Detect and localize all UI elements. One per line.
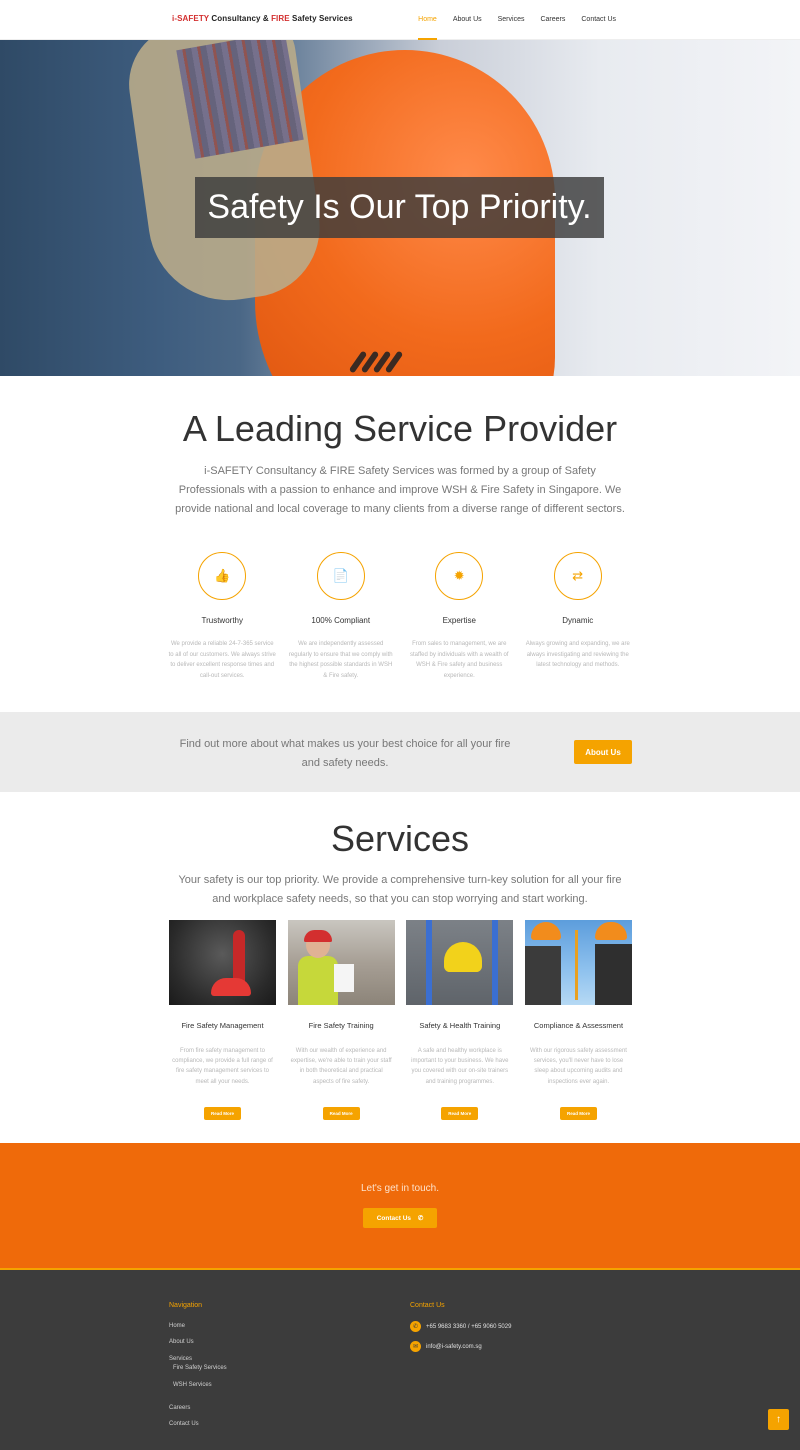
- services-intro-text: Your safety is our top priority. We prov…: [178, 874, 622, 905]
- feature-compliant: 📄 100% Compliant We are independently as…: [282, 552, 401, 681]
- contact-us-label: Contact Us: [376, 1215, 412, 1222]
- site-header: i-SAFETY Consultancy & FIRE Safety Servi…: [0, 0, 800, 40]
- read-more-button[interactable]: Read More: [559, 1107, 597, 1120]
- fire-training-image[interactable]: [287, 920, 395, 1005]
- service-title[interactable]: Safety & Health Training: [406, 1021, 513, 1030]
- feature-title: Trustworthy: [201, 616, 244, 625]
- service-text: A safe and healthy workplace is importan…: [411, 1048, 509, 1085]
- arrow-up-icon: ↑: [776, 1414, 781, 1425]
- feature-title: Expertise: [442, 616, 476, 625]
- feature-text: We provide a reliable 24-7-365 service t…: [168, 641, 276, 679]
- back-to-top-button[interactable]: ↑: [768, 1409, 789, 1430]
- read-more-button[interactable]: Read More: [322, 1107, 360, 1120]
- phone-icon: ✆: [417, 1215, 424, 1222]
- service-title[interactable]: Fire Safety Training: [288, 1021, 395, 1030]
- feature-title: 100% Compliant: [311, 616, 371, 625]
- hero-glove-cuff: [176, 40, 304, 159]
- footer-link-contact-us[interactable]: Contact Us: [169, 1421, 199, 1427]
- read-more-button[interactable]: Read More: [441, 1107, 479, 1120]
- read-more-button[interactable]: Read More: [204, 1107, 241, 1120]
- nav-careers[interactable]: Careers: [532, 0, 573, 40]
- footer-email-text[interactable]: info@i-safety.com.sg: [426, 1344, 482, 1350]
- construction-workers-image[interactable]: [524, 920, 632, 1005]
- phone-icon: ✆: [410, 1321, 421, 1332]
- main-nav: Home About Us Services Careers Contact U…: [410, 0, 624, 40]
- feature-expertise: ✹ Expertise From sales to management, we…: [400, 552, 519, 681]
- service-title[interactable]: Compliance & Assessment: [525, 1021, 632, 1030]
- document-icon: 📄: [316, 552, 365, 600]
- footer-email: ✉ info@i-safety.com.sg: [410, 1341, 482, 1352]
- intro-text: i-SAFETY Consultancy & FIRE Safety Servi…: [175, 465, 625, 515]
- service-card-compliance: Compliance & Assessment With our rigorou…: [524, 920, 632, 1120]
- logo-suffix: Safety Services: [289, 14, 353, 23]
- email-icon: ✉: [410, 1341, 421, 1352]
- service-text: With our rigorous safety assessment serv…: [529, 1048, 627, 1085]
- footer-link-home[interactable]: Home: [169, 1323, 185, 1329]
- contact-us-button[interactable]: Contact Us ✆: [363, 1208, 437, 1228]
- service-card-health-training: Safety & Health Training A safe and heal…: [406, 920, 514, 1120]
- footer-contact-title: Contact Us: [410, 1302, 445, 1309]
- footer-link-careers[interactable]: Careers: [169, 1405, 190, 1411]
- nav-services[interactable]: Services: [490, 0, 533, 40]
- footer-link-fire-safety-services[interactable]: Fire Safety Services: [173, 1365, 227, 1371]
- logo-prefix: i-SAFETY: [172, 14, 210, 23]
- footer-nav-title: Navigation: [169, 1302, 203, 1309]
- feature-text: We are independently assessed regularly …: [288, 641, 393, 679]
- sun-icon: ✹: [435, 552, 484, 600]
- contact-cta-band: Let's get in touch. Contact Us ✆: [0, 1143, 800, 1268]
- nav-about-us[interactable]: About Us: [445, 0, 490, 40]
- service-card-fire-management: Fire Safety Management From fire safety …: [169, 920, 276, 1120]
- site-footer: Navigation Home About Us Services Fire S…: [0, 1268, 800, 1450]
- service-text: From fire safety management to complianc…: [172, 1048, 273, 1085]
- fire-extinguisher-image[interactable]: [169, 920, 276, 1005]
- hero-banner: Safety Is Our Top Priority.: [0, 40, 800, 376]
- service-title[interactable]: Fire Safety Management: [169, 1021, 276, 1030]
- feature-trustworthy: 👍 Trustworthy We provide a reliable 24-7…: [163, 552, 282, 681]
- features-row: 👍 Trustworthy We provide a reliable 24-7…: [163, 552, 637, 681]
- footer-link-services[interactable]: Services: [169, 1356, 192, 1362]
- shuffle-icon: ⇄: [553, 552, 602, 600]
- safety-helmet-image[interactable]: [406, 920, 514, 1005]
- services-title: Services: [330, 818, 470, 859]
- logo-fire: FIRE: [271, 14, 290, 23]
- intro-title: A Leading Service Provider: [182, 408, 618, 449]
- hero-caption: Safety Is Our Top Priority.: [195, 177, 604, 238]
- footer-link-wsh-services[interactable]: WSH Services: [173, 1382, 212, 1388]
- contact-cta-text: Let's get in touch.: [360, 1183, 440, 1194]
- about-cta-band: Find out more about what makes us your b…: [0, 712, 800, 792]
- feature-text: Always growing and expanding, we are alw…: [525, 641, 630, 668]
- footer-phone: ✆ +65 9683 3360 / +65 9060 5029: [410, 1321, 511, 1332]
- nav-home[interactable]: Home: [410, 0, 445, 40]
- services-grid: Fire Safety Management From fire safety …: [169, 920, 632, 1120]
- feature-text: From sales to management, we are staffed…: [409, 641, 509, 679]
- about-cta-text: Find out more about what makes us your b…: [179, 738, 511, 769]
- about-us-button[interactable]: About Us: [574, 740, 632, 764]
- service-card-fire-training: Fire Safety Training With our wealth of …: [287, 920, 395, 1120]
- logo-middle: Consultancy &: [209, 14, 272, 23]
- footer-link-about-us[interactable]: About Us: [169, 1339, 194, 1345]
- feature-title: Dynamic: [562, 616, 594, 625]
- site-logo[interactable]: i-SAFETY Consultancy & FIRE Safety Servi…: [172, 14, 353, 23]
- feature-dynamic: ⇄ Dynamic Always growing and expanding, …: [519, 552, 638, 681]
- footer-phone-text[interactable]: +65 9683 3360 / +65 9060 5029: [426, 1324, 511, 1330]
- thumbs-up-icon: 👍: [198, 552, 247, 600]
- nav-contact-us[interactable]: Contact Us: [573, 0, 624, 40]
- service-text: With our wealth of experience and expert…: [290, 1048, 392, 1085]
